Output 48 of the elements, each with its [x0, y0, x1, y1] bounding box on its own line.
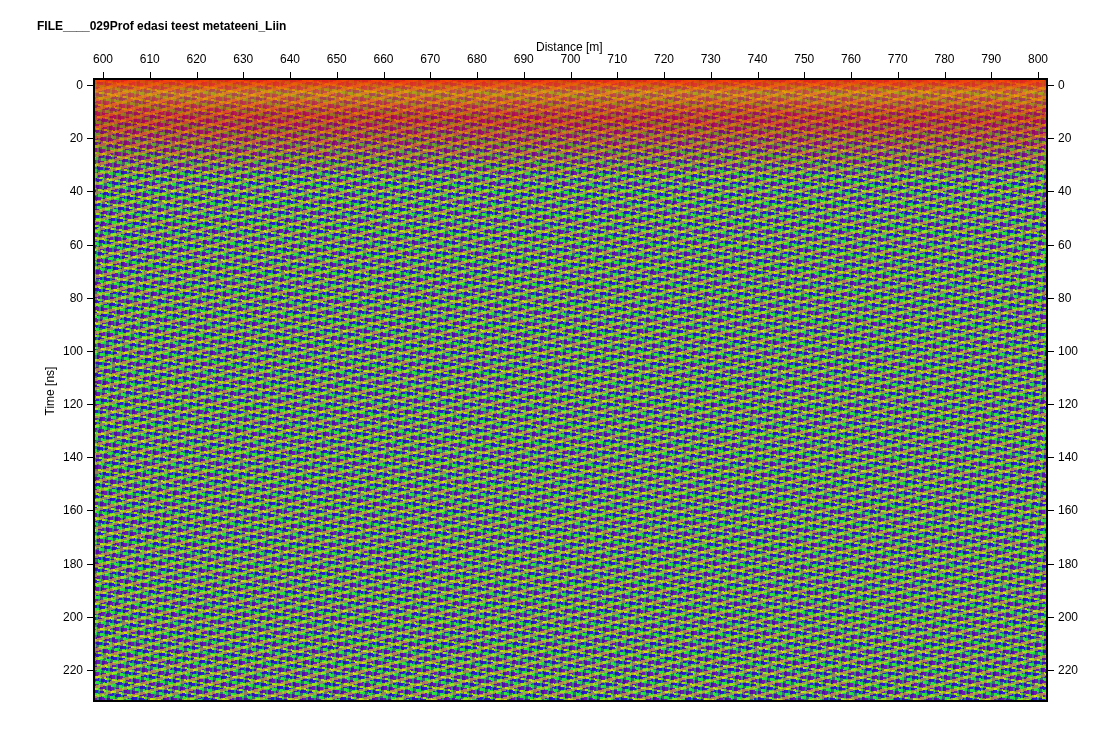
x-tick-label: 610	[139, 52, 160, 66]
y-tick-label: 100	[1058, 343, 1079, 358]
y-tick-label: 160	[1058, 503, 1079, 518]
x-tick-label: 750	[794, 52, 815, 66]
x-tick-label: 710	[607, 52, 628, 66]
y-axis-label: Time [ns]	[42, 365, 58, 418]
x-tick-label: 760	[841, 52, 861, 66]
x-tick-label: 680	[467, 52, 487, 66]
x-tick-label: 690	[513, 52, 534, 66]
y-tick-label: 180	[62, 556, 83, 571]
y-tick-label: 220	[1058, 663, 1079, 677]
y-tick-label: 80	[1058, 290, 1072, 305]
x-tick-label: 600	[93, 52, 113, 66]
y-tick-label: 20	[69, 131, 83, 146]
x-tick-label: 740	[747, 52, 768, 66]
x-tick-label: 700	[560, 52, 581, 66]
y-tick-label: 120	[1058, 397, 1079, 412]
x-tick-label: 650	[326, 52, 347, 66]
y-tick-label: 100	[62, 343, 83, 358]
x-tick-label: 640	[280, 52, 300, 66]
y-tick-label: 180	[1058, 556, 1079, 571]
y-tick-label: 60	[69, 237, 83, 252]
y-tick-label: 120	[62, 397, 83, 412]
y-tick-label: 140	[1058, 450, 1079, 465]
y-tick-label: 0	[76, 78, 83, 92]
x-tick-label: 780	[934, 52, 955, 66]
x-tick-label: 730	[700, 52, 721, 66]
y-tick-label: 140	[62, 450, 83, 465]
y-tick-label: 60	[1058, 237, 1072, 252]
x-tick-label: 790	[981, 52, 1002, 66]
y-tick-label: 200	[62, 609, 83, 624]
plot-title: FILE____029Prof edasi teest metateeni_Liin	[37, 18, 287, 35]
y-tick-label: 20	[1058, 131, 1072, 146]
x-tick-label: 770	[887, 52, 908, 66]
y-tick-label: 200	[1058, 609, 1079, 624]
y-tick-label: 40	[69, 184, 83, 199]
y-tick-label: 0	[1058, 78, 1065, 92]
x-tick-label: 720	[654, 52, 674, 66]
y-tick-label: 40	[1058, 184, 1072, 199]
x-axis-label: Distance [m]	[536, 39, 603, 54]
y-tick-label: 160	[62, 503, 83, 518]
y-tick-label: 80	[69, 290, 83, 305]
x-tick-label: 660	[373, 52, 394, 66]
x-tick-label: 630	[233, 52, 254, 66]
x-tick-label: 670	[420, 52, 441, 66]
x-tick-label: 800	[1028, 52, 1048, 66]
y-tick-label: 220	[62, 663, 83, 677]
x-tick-label: 620	[186, 52, 207, 66]
